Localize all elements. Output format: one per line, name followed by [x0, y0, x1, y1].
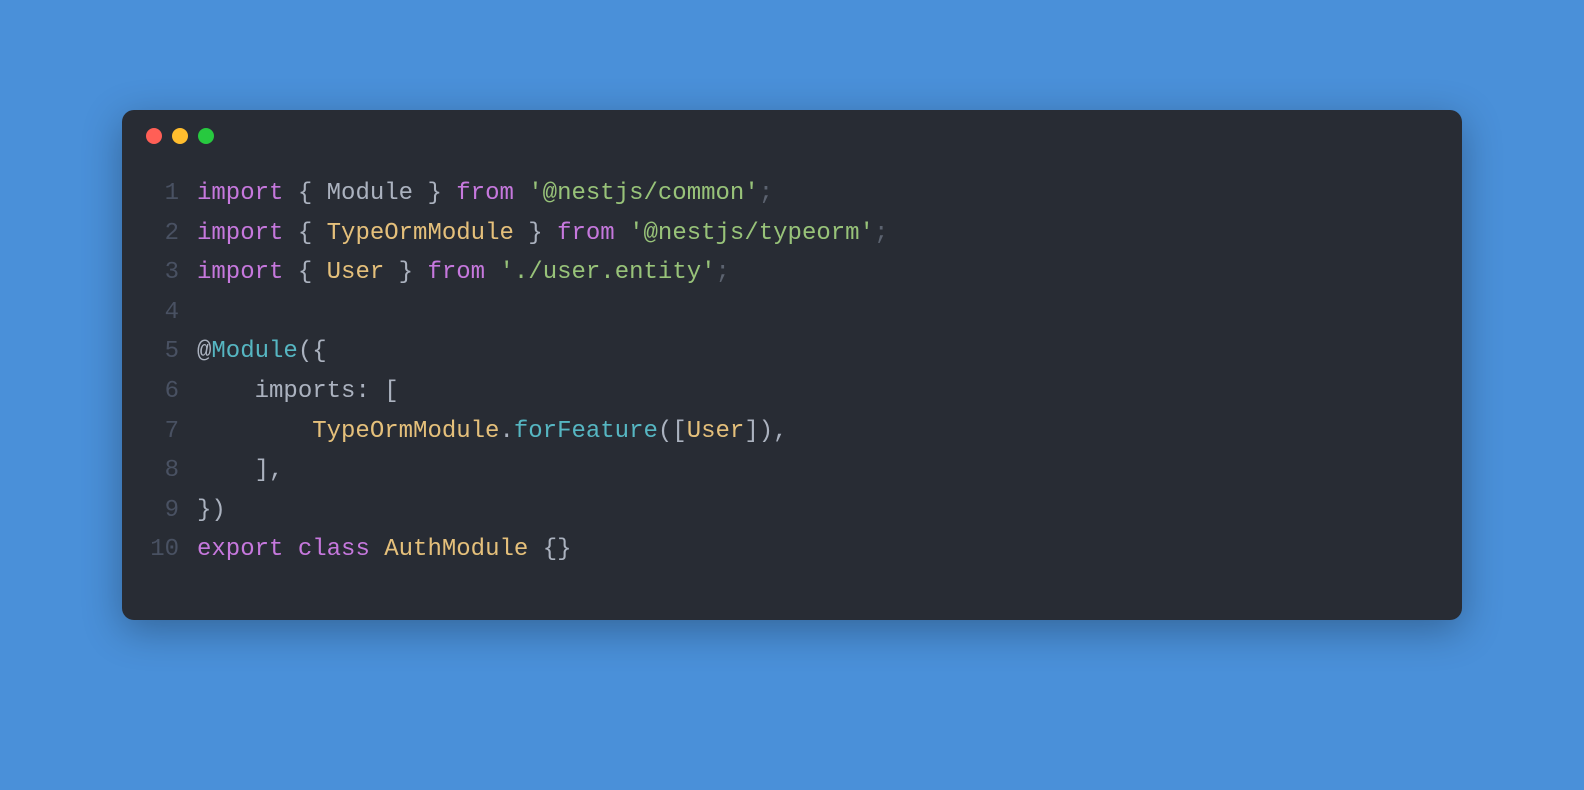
line-content[interactable]: ], [197, 451, 283, 491]
code-token [543, 220, 557, 247]
code-token: : [ [355, 378, 398, 405]
code-token: User [327, 259, 385, 286]
code-token: from [557, 220, 615, 247]
code-token: '@nestjs/common' [528, 180, 758, 207]
line-number: 5 [122, 332, 197, 372]
code-line[interactable]: 1import { Module } from '@nestjs/common'… [122, 174, 1462, 214]
code-token: User [687, 418, 745, 445]
editor-window: 1import { Module } from '@nestjs/common'… [122, 110, 1462, 620]
line-number: 1 [122, 174, 197, 214]
code-token [312, 220, 326, 247]
code-token: from [427, 259, 485, 286]
code-token: ; [759, 180, 773, 207]
line-number: 9 [122, 491, 197, 531]
code-token [283, 220, 297, 247]
minimize-icon[interactable] [172, 128, 188, 144]
code-token: @ [197, 338, 211, 365]
line-number: 4 [122, 293, 197, 333]
code-token: TypeOrmModule [312, 418, 499, 445]
code-token [283, 536, 297, 563]
code-token: import [197, 220, 283, 247]
line-number: 8 [122, 451, 197, 491]
code-token: import [197, 259, 283, 286]
code-token [370, 536, 384, 563]
line-content[interactable]: export class AuthModule {} [197, 530, 572, 570]
code-token [283, 259, 297, 286]
code-token: './user.entity' [499, 259, 715, 286]
line-number: 7 [122, 412, 197, 452]
line-content[interactable]: imports: [ [197, 372, 399, 412]
code-line[interactable]: 9}) [122, 491, 1462, 531]
code-line[interactable]: 10export class AuthModule {} [122, 530, 1462, 570]
code-token: forFeature [514, 418, 658, 445]
line-content[interactable]: import { User } from './user.entity'; [197, 253, 730, 293]
code-token: class [298, 536, 370, 563]
code-token [197, 418, 312, 445]
code-line[interactable]: 7 TypeOrmModule.forFeature([User]), [122, 412, 1462, 452]
code-token [514, 220, 528, 247]
code-token [514, 180, 528, 207]
code-line[interactable]: 6 imports: [ [122, 372, 1462, 412]
line-content[interactable]: }) [197, 491, 226, 531]
code-line[interactable]: 4 [122, 293, 1462, 333]
code-token: ]), [744, 418, 787, 445]
code-token: ([ [658, 418, 687, 445]
code-token: ], [197, 457, 283, 484]
maximize-icon[interactable] [198, 128, 214, 144]
code-token: '@nestjs/typeorm' [629, 220, 874, 247]
code-line[interactable]: 3import { User } from './user.entity'; [122, 253, 1462, 293]
code-token: }) [197, 497, 226, 524]
code-token: export [197, 536, 283, 563]
code-token: Module [312, 180, 427, 207]
code-token: } [399, 259, 413, 286]
line-number: 2 [122, 214, 197, 254]
code-token [283, 180, 297, 207]
code-token [528, 536, 542, 563]
code-token: { [298, 220, 312, 247]
code-token: Module [211, 338, 297, 365]
code-token: ; [874, 220, 888, 247]
line-number: 10 [122, 530, 197, 570]
line-number: 6 [122, 372, 197, 412]
code-token [615, 220, 629, 247]
code-token: ({ [298, 338, 327, 365]
code-token: imports [197, 378, 355, 405]
close-icon[interactable] [146, 128, 162, 144]
code-line[interactable]: 2import { TypeOrmModule } from '@nestjs/… [122, 214, 1462, 254]
code-token: { [298, 180, 312, 207]
code-line[interactable]: 5@Module({ [122, 332, 1462, 372]
line-number: 3 [122, 253, 197, 293]
code-token [485, 259, 499, 286]
code-line[interactable]: 8 ], [122, 451, 1462, 491]
code-token: . [499, 418, 513, 445]
code-token [312, 259, 326, 286]
code-token [384, 259, 398, 286]
line-content[interactable]: TypeOrmModule.forFeature([User]), [197, 412, 788, 452]
code-token [413, 259, 427, 286]
line-content[interactable]: @Module({ [197, 332, 327, 372]
code-token: ; [716, 259, 730, 286]
code-token: {} [543, 536, 572, 563]
line-content[interactable]: import { Module } from '@nestjs/common'; [197, 174, 773, 214]
code-token [442, 180, 456, 207]
code-token: } [528, 220, 542, 247]
code-editor[interactable]: 1import { Module } from '@nestjs/common'… [122, 144, 1462, 570]
code-token: AuthModule [384, 536, 528, 563]
code-token: { [298, 259, 312, 286]
code-token: from [456, 180, 514, 207]
window-titlebar [122, 110, 1462, 144]
code-token: } [427, 180, 441, 207]
code-token: import [197, 180, 283, 207]
line-content[interactable]: import { TypeOrmModule } from '@nestjs/t… [197, 214, 888, 254]
code-token: TypeOrmModule [327, 220, 514, 247]
